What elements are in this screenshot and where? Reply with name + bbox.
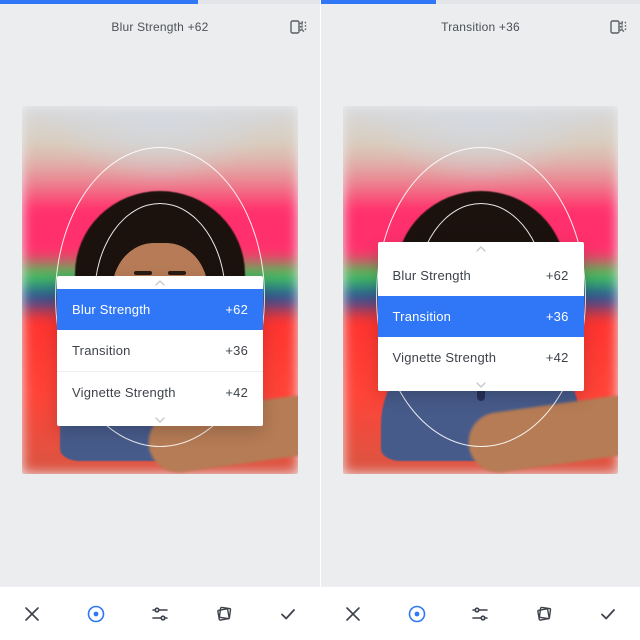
param-label: Blur Strength: [72, 302, 150, 317]
panel-arrow-up: [378, 242, 584, 255]
param-row-2[interactable]: Vignette Strength +42: [57, 371, 263, 413]
param-row-2[interactable]: Vignette Strength +42: [378, 337, 584, 378]
chevron-up-icon: [474, 245, 488, 253]
header: Transition +36: [321, 4, 640, 50]
toolbar-cancel-button[interactable]: [8, 590, 56, 638]
bottom-toolbar: [0, 586, 320, 640]
header-title: Blur Strength +62: [111, 20, 208, 34]
photo[interactable]: Blur Strength +62 Transition +36 Vignette St…: [343, 106, 618, 474]
styles-icon: [534, 604, 554, 624]
toolbar-styles-button[interactable]: [200, 590, 248, 638]
param-label: Vignette Strength: [72, 385, 176, 400]
adjust-icon: [470, 604, 490, 624]
param-label: Transition: [72, 343, 131, 358]
param-label: Transition: [393, 309, 452, 324]
header: Blur Strength +62: [0, 4, 320, 50]
param-value: +42: [546, 350, 569, 365]
param-row-1[interactable]: Transition +36: [378, 296, 584, 337]
panel-arrow-down: [378, 378, 584, 391]
param-panel[interactable]: Blur Strength +62 Transition +36 Vignette St…: [57, 276, 263, 426]
chevron-down-icon: [474, 381, 488, 389]
editor-pane-0: Blur Strength +62Blur Strength+62Transit…: [0, 0, 320, 640]
toolbar-styles-button[interactable]: [520, 590, 568, 638]
header-title: Transition +36: [441, 20, 520, 34]
toolbar-lens-shape-button[interactable]: [72, 590, 120, 638]
param-value: +42: [225, 385, 248, 400]
param-row-0[interactable]: Blur Strength +62: [378, 255, 584, 296]
orientation-button[interactable]: [608, 4, 628, 50]
canvas-area[interactable]: Blur Strength +62 Transition +36 Vignette St…: [0, 50, 320, 586]
param-label: Vignette Strength: [393, 350, 497, 365]
canvas-area[interactable]: Blur Strength +62 Transition +36 Vignette St…: [321, 50, 640, 586]
styles-icon: [214, 604, 234, 624]
param-value: +62: [546, 268, 569, 283]
toolbar-lens-shape-button[interactable]: [393, 590, 441, 638]
param-row-0[interactable]: Blur Strength +62: [57, 289, 263, 330]
panel-arrow-up: [57, 276, 263, 289]
chevron-up-icon: [153, 279, 167, 287]
param-row-1[interactable]: Transition +36: [57, 330, 263, 371]
orientation-icon: [608, 17, 628, 37]
param-panel[interactable]: Blur Strength +62 Transition +36 Vignette St…: [378, 242, 584, 391]
toolbar-apply-button[interactable]: [264, 590, 312, 638]
adjust-icon: [150, 604, 170, 624]
param-value: +62: [225, 302, 248, 317]
lens-shape-icon: [86, 604, 106, 624]
lens-shape-icon: [407, 604, 427, 624]
cancel-icon: [344, 605, 362, 623]
toolbar-adjust-button[interactable]: [456, 590, 504, 638]
toolbar-apply-button[interactable]: [584, 590, 632, 638]
orientation-icon: [288, 17, 308, 37]
panel-arrow-down: [57, 413, 263, 426]
photo[interactable]: Blur Strength +62 Transition +36 Vignette St…: [22, 106, 298, 474]
editor-pane-1: Transition +36 Blur Strength +62 Transition…: [320, 0, 640, 640]
toolbar-adjust-button[interactable]: [136, 590, 184, 638]
cancel-icon: [23, 605, 41, 623]
param-label: Blur Strength: [393, 268, 471, 283]
apply-icon: [278, 604, 298, 624]
apply-icon: [598, 604, 618, 624]
toolbar-cancel-button[interactable]: [329, 590, 377, 638]
bottom-toolbar: [321, 586, 640, 640]
param-value: +36: [546, 309, 569, 324]
orientation-button[interactable]: [288, 4, 308, 50]
param-value: +36: [225, 343, 248, 358]
chevron-down-icon: [153, 416, 167, 424]
